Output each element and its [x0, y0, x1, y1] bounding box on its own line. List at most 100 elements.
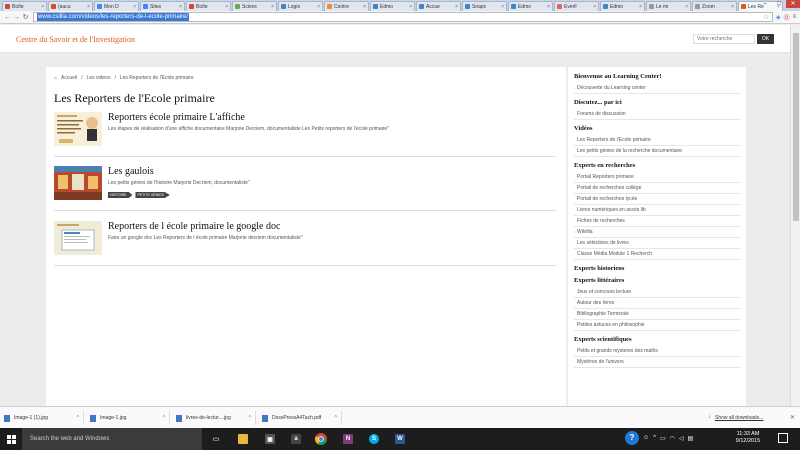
sidebar-link[interactable]: Livres numériques en accès lib [574, 205, 741, 216]
browser-tab[interactable]: Accue × [416, 1, 461, 11]
sidebar-heading[interactable]: Experts littéraires [574, 277, 741, 284]
chevron-up-icon[interactable]: ^ [249, 415, 251, 421]
browser-tab[interactable]: Sites × [140, 1, 185, 11]
browser-tab[interactable]: Boîte × [186, 1, 231, 11]
video-thumbnail[interactable] [54, 221, 102, 255]
close-tab-icon[interactable]: × [317, 4, 320, 10]
close-tab-icon[interactable]: × [133, 4, 136, 10]
scrollbar-thumb[interactable] [793, 33, 799, 221]
store-icon[interactable]: ▣ [262, 431, 278, 447]
site-search-input[interactable] [693, 34, 755, 44]
sidebar-link[interactable]: Wikilila [574, 227, 741, 238]
close-tab-icon[interactable]: × [639, 4, 642, 10]
sidebar-heading[interactable]: Vidéos [574, 125, 741, 132]
close-icon[interactable]: ✕ [790, 414, 795, 421]
close-tab-icon[interactable]: × [41, 4, 44, 10]
sidebar-heading[interactable]: Experts en recherches [574, 162, 741, 169]
chevron-up-icon[interactable]: ^ [77, 415, 79, 421]
tag-petits-genies[interactable]: PETITS GÉNIES [135, 192, 170, 198]
close-tab-icon[interactable]: × [731, 4, 734, 10]
chrome-icon[interactable] [313, 431, 329, 447]
people-icon[interactable]: ☺ [643, 435, 649, 441]
chevron-up-icon[interactable]: ^ [653, 435, 656, 441]
video-title[interactable]: Reporters école primaire L'affiche [108, 112, 245, 123]
action-center-icon[interactable] [778, 433, 788, 443]
close-tab-icon[interactable]: × [363, 4, 366, 10]
download-item[interactable]: Image-1 (1).jpg ^ [2, 411, 84, 425]
site-title[interactable]: Centre du Savoir et de l'Investigation [16, 35, 135, 44]
browser-tab[interactable]: Edmo × [370, 1, 415, 11]
skype-icon[interactable]: S [366, 431, 382, 447]
close-tab-icon[interactable]: × [501, 4, 504, 10]
file-explorer-icon[interactable] [235, 431, 251, 447]
sidebar-link[interactable]: Fiches de recherches [574, 216, 741, 227]
sidebar-link[interactable]: Portail de recherches lycée [574, 194, 741, 205]
address-bar[interactable]: www.csillia.com/videos/les-reporters-de-… [33, 12, 773, 22]
wifi-icon[interactable]: ◠ [670, 435, 675, 442]
sidebar-link[interactable]: Les petits génies de la recherche docume… [574, 146, 741, 157]
sidebar-link[interactable]: Jeux et concours lecture [574, 287, 741, 298]
sidebar-link[interactable]: Petites astuces en philosophie [574, 320, 741, 331]
video-title[interactable]: Les gaulois [108, 166, 154, 177]
start-button[interactable] [0, 428, 22, 450]
sidebar-heading[interactable]: Experts scientifiques [574, 336, 741, 343]
amazon-icon[interactable]: a [288, 431, 304, 447]
sidebar-link[interactable]: Bibliographie Terminale [574, 309, 741, 320]
breadcrumb-home[interactable]: Accueil [61, 75, 77, 81]
close-tab-icon[interactable]: × [87, 4, 90, 10]
extension-icon[interactable]: ◈ [776, 14, 781, 21]
maximize-button[interactable]: □ [772, 0, 786, 8]
video-title[interactable]: Reporters de l école primaire le google … [108, 221, 280, 232]
browser-tab[interactable]: Snapc × [462, 1, 507, 11]
sidebar-link[interactable]: Classe Média Module 1 Recherch [574, 249, 741, 260]
close-tab-icon[interactable]: × [179, 4, 182, 10]
browser-tab[interactable]: Scienc × [232, 1, 277, 11]
page-scrollbar[interactable] [790, 25, 800, 406]
reload-icon[interactable]: ↻ [21, 13, 30, 21]
menu-icon[interactable]: ≡ [793, 14, 797, 20]
close-tab-icon[interactable]: × [225, 4, 228, 10]
close-tab-icon[interactable]: × [685, 4, 688, 10]
close-tab-icon[interactable]: × [593, 4, 596, 10]
video-thumbnail[interactable] [54, 166, 102, 200]
video-thumbnail[interactable] [54, 112, 102, 146]
keyboard-icon[interactable]: ▤ [688, 435, 694, 442]
help-icon[interactable]: ? [625, 431, 639, 445]
breadcrumb-videos[interactable]: Les videos [87, 75, 111, 81]
taskbar-clock[interactable]: 11:33 AM 9/12/2015 [728, 431, 768, 445]
taskbar-search-input[interactable]: Search the web and Windows [22, 428, 202, 450]
sidebar-link[interactable]: Les Reporters de l'Ecole primaire [574, 135, 741, 146]
browser-tab[interactable]: Zoom × [692, 1, 737, 11]
browser-tab[interactable]: Edmo × [508, 1, 553, 11]
word-icon[interactable]: W [392, 431, 408, 447]
tag-histoire[interactable]: HISTOIRE [108, 192, 133, 198]
sidebar-link[interactable]: Les sélections de livres [574, 238, 741, 249]
url-text[interactable]: www.csillia.com/videos/les-reporters-de-… [37, 13, 190, 21]
close-tab-icon[interactable]: × [547, 4, 550, 10]
download-item[interactable]: livres-de-lectur....jpg ^ [174, 411, 256, 425]
close-window-button[interactable]: ✕ [786, 0, 800, 8]
download-item[interactable]: Image-1.jpg ^ [88, 411, 170, 425]
forward-icon[interactable]: → [12, 14, 21, 21]
battery-icon[interactable]: ▭ [660, 435, 666, 442]
task-view-icon[interactable]: ▭ [208, 431, 224, 447]
volume-icon[interactable]: ◁ [679, 435, 684, 442]
close-tab-icon[interactable]: × [455, 4, 458, 10]
minimize-button[interactable]: – [758, 0, 772, 8]
close-tab-icon[interactable]: × [409, 4, 412, 10]
sidebar-heading[interactable]: Bienvenue au Learning Center! [574, 73, 741, 80]
browser-tab[interactable]: Le mi × [646, 1, 691, 11]
browser-tab[interactable]: Login × [278, 1, 323, 11]
sidebar-heading[interactable]: Discutez... par ici [574, 99, 741, 106]
back-icon[interactable]: ← [3, 14, 12, 21]
close-tab-icon[interactable]: × [271, 4, 274, 10]
sidebar-link[interactable]: Forums de discussion [574, 109, 741, 120]
sidebar-link[interactable]: Autour des livres [574, 298, 741, 309]
sidebar-link[interactable]: Découverte du Learning center [574, 83, 741, 94]
onenote-icon[interactable]: N [340, 431, 356, 447]
browser-tab[interactable]: (aucu × [48, 1, 93, 11]
chevron-up-icon[interactable]: ^ [163, 415, 165, 421]
browser-tab[interactable]: Mon D × [94, 1, 139, 11]
sidebar-link[interactable]: Petits et grands mysteres des maths [574, 346, 741, 357]
browser-tab[interactable]: Edmo × [600, 1, 645, 11]
